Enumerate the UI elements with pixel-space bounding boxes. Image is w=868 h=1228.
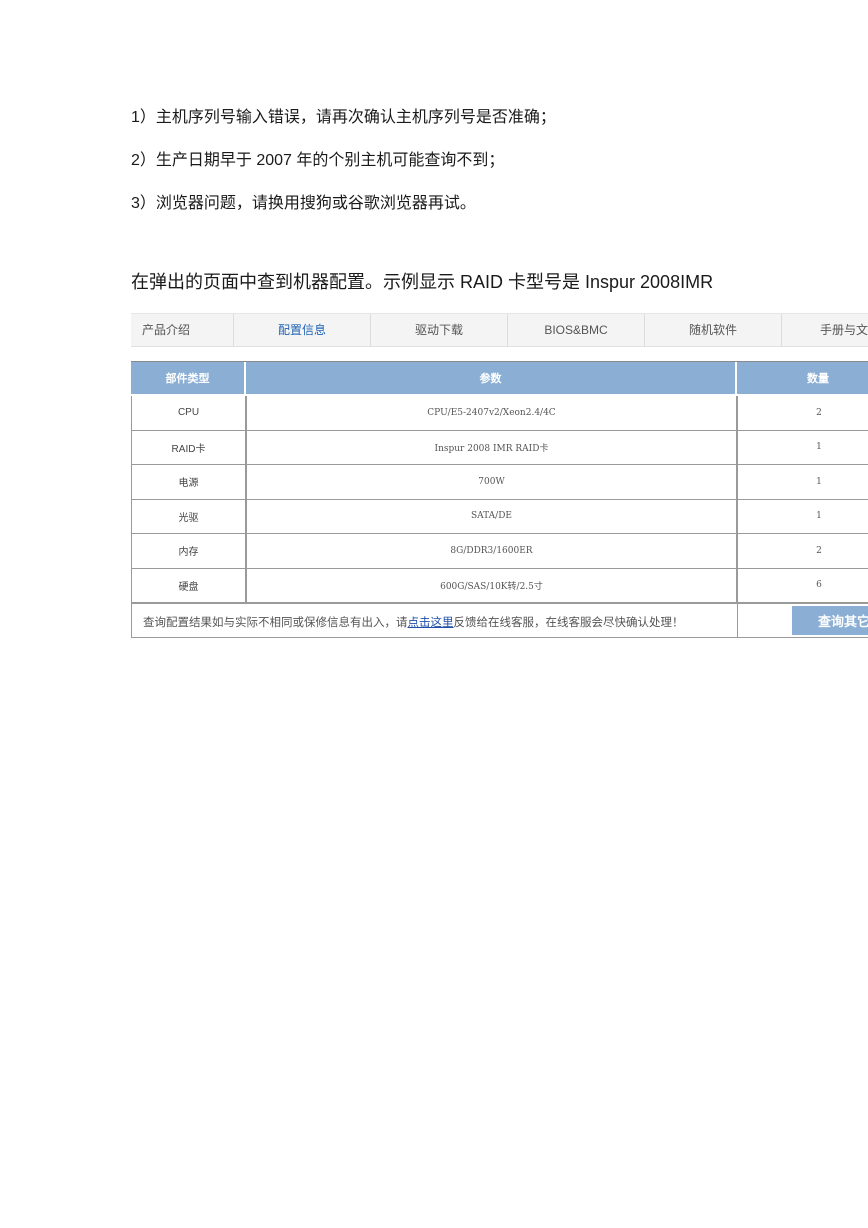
note-2: 2）生产日期早于 2007 年的个别主机可能查询不到； [131,152,505,169]
cell-type: RAID卡 [131,430,246,465]
query-other-button[interactable]: 查询其它 [792,606,868,635]
config-table: 部件类型 参数 数量 CPU CPU/E5-2407v2/Xeon2.4/4C … [131,362,868,603]
header-quantity: 数量 [737,362,868,396]
feedback-link[interactable]: 点击这里 [408,617,454,629]
note-1: 1）主机序列号输入错误，请再次确认主机序列号是否准确； [131,109,556,126]
config-table-wrapper: 部件类型 参数 数量 CPU CPU/E5-2407v2/Xeon2.4/4C … [131,361,868,603]
footer-divider [737,604,738,637]
table-row: 内存 8G/DDR3/1600ER 2 [131,534,868,569]
cell-qty: 2 [737,534,868,569]
tab-config-info[interactable]: 配置信息 [234,314,371,346]
cell-param: 600G/SAS/10K转/2.5寸 [246,568,737,603]
tab-manuals[interactable]: 手册与文 [782,314,868,346]
embedded-screenshot: 产品介绍 配置信息 驱动下载 BIOS&BMC 随机软件 手册与文 部件类型 参… [131,311,868,641]
cell-qty: 1 [737,430,868,465]
table-row: RAID卡 Inspur 2008 IMR RAID卡 1 [131,430,868,465]
cell-param: Inspur 2008 IMR RAID卡 [246,430,737,465]
note-3: 3）浏览器问题，请换用搜狗或谷歌浏览器再试。 [131,195,476,212]
header-component-type: 部件类型 [131,362,246,396]
tab-bios-bmc[interactable]: BIOS&BMC [508,314,645,346]
cell-qty: 2 [737,396,868,431]
footer-text-before: 查询配置结果如与实际不相同或保修信息有出入，请 [143,617,408,629]
tab-product-intro[interactable]: 产品介绍 [131,314,234,346]
cell-param: CPU/E5-2407v2/Xeon2.4/4C [246,396,737,431]
header-parameter: 参数 [246,362,737,396]
cell-type: CPU [131,396,246,431]
cell-type: 电源 [131,465,246,500]
cell-param: 8G/DDR3/1600ER [246,534,737,569]
table-row: CPU CPU/E5-2407v2/Xeon2.4/4C 2 [131,396,868,431]
table-header-row: 部件类型 参数 数量 [131,362,868,396]
table-row: 光驱 SATA/DE 1 [131,499,868,534]
cell-qty: 1 [737,465,868,500]
cell-param: 700W [246,465,737,500]
table-row: 硬盘 600G/SAS/10K转/2.5寸 6 [131,568,868,603]
tab-bar: 产品介绍 配置信息 驱动下载 BIOS&BMC 随机软件 手册与文 [131,313,868,347]
cell-type: 光驱 [131,499,246,534]
cell-qty: 1 [737,499,868,534]
cell-type: 硬盘 [131,568,246,603]
tab-driver-download[interactable]: 驱动下载 [371,314,508,346]
table-row: 电源 700W 1 [131,465,868,500]
footer-message: 查询配置结果如与实际不相同或保修信息有出入，请点击这里反馈给在线客服，在线客服会… [143,614,684,630]
tab-bundled-software[interactable]: 随机软件 [645,314,782,346]
table-footer: 查询配置结果如与实际不相同或保修信息有出入，请点击这里反馈给在线客服，在线客服会… [131,603,868,638]
cell-qty: 6 [737,568,868,603]
cell-param: SATA/DE [246,499,737,534]
footer-text-after: 反馈给在线客服，在线客服会尽快确认处理！ [453,617,684,629]
section-heading: 在弹出的页面中查到机器配置。示例显示 RAID 卡型号是 Inspur 2008… [131,272,714,292]
cell-type: 内存 [131,534,246,569]
